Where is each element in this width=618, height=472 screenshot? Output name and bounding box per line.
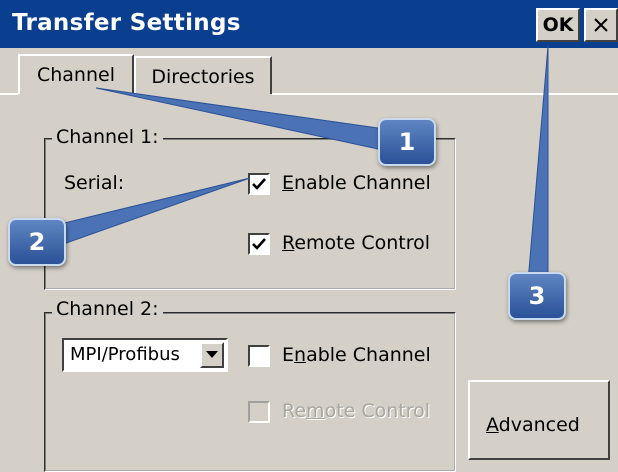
callout-badge-1: 1 [378,118,436,166]
callout-badge-2: 2 [8,218,66,266]
callout-pointers [51,45,549,283]
callout-badge-3: 3 [508,272,566,320]
